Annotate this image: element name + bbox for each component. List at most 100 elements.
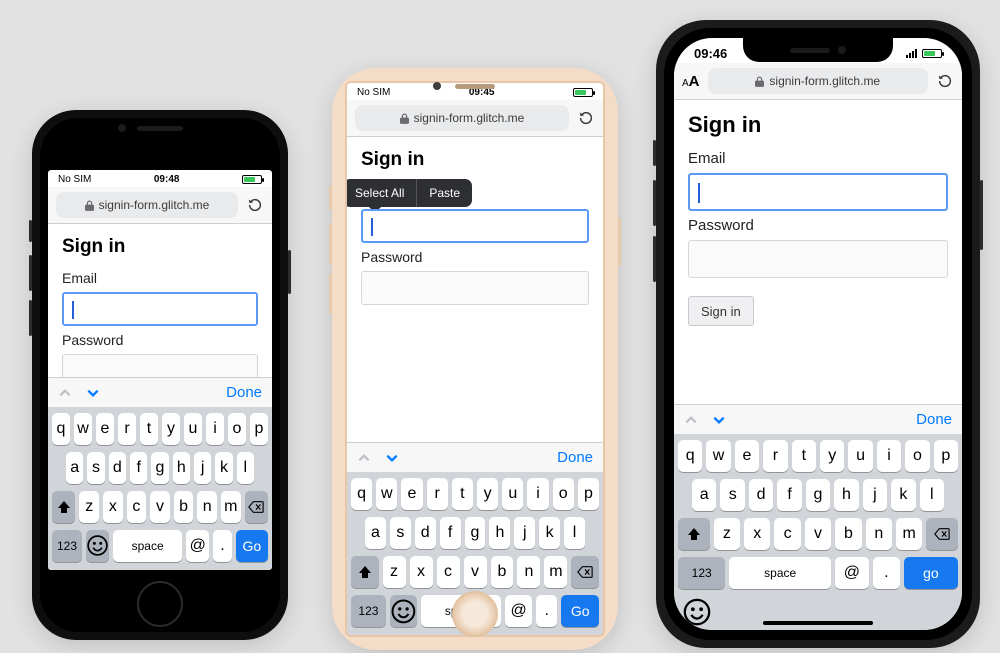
prev-field-icon[interactable]: [357, 451, 371, 465]
emoji-key[interactable]: [86, 530, 109, 562]
key-g[interactable]: g: [806, 479, 830, 511]
numbers-key[interactable]: 123: [678, 557, 725, 589]
keyboard-done-button[interactable]: Done: [226, 384, 262, 401]
key-i[interactable]: i: [527, 478, 548, 510]
key-o[interactable]: o: [553, 478, 574, 510]
key-a[interactable]: a: [692, 479, 716, 511]
text-size-button[interactable]: AA: [682, 73, 700, 90]
key-o[interactable]: o: [228, 413, 246, 445]
key-f[interactable]: f: [440, 517, 461, 549]
keyboard-done-button[interactable]: Done: [916, 411, 952, 428]
key-z[interactable]: z: [79, 491, 99, 523]
key-e[interactable]: e: [96, 413, 114, 445]
reload-icon[interactable]: [577, 109, 595, 127]
context-paste[interactable]: Paste: [416, 179, 472, 207]
key-k[interactable]: k: [539, 517, 560, 549]
key-e[interactable]: e: [735, 440, 759, 472]
key-g[interactable]: g: [465, 517, 486, 549]
address-bar[interactable]: signin-form.glitch.me: [708, 68, 928, 94]
key-r[interactable]: r: [118, 413, 136, 445]
key-u[interactable]: u: [184, 413, 202, 445]
prev-field-icon[interactable]: [58, 386, 72, 400]
key-w[interactable]: w: [706, 440, 730, 472]
key-i[interactable]: i: [206, 413, 224, 445]
key-s[interactable]: s: [390, 517, 411, 549]
key-p[interactable]: p: [578, 478, 599, 510]
key-a[interactable]: a: [66, 452, 83, 484]
signin-button[interactable]: Sign in: [688, 296, 754, 326]
key-q[interactable]: q: [351, 478, 372, 510]
key-c[interactable]: c: [127, 491, 147, 523]
next-field-icon[interactable]: [385, 451, 399, 465]
address-bar[interactable]: signin-form.glitch.me: [355, 105, 569, 131]
numbers-key[interactable]: 123: [351, 595, 386, 627]
reload-icon[interactable]: [246, 196, 264, 214]
key-v[interactable]: v: [150, 491, 170, 523]
key-c[interactable]: c: [774, 518, 800, 550]
key-m[interactable]: m: [896, 518, 922, 550]
email-field[interactable]: [62, 292, 258, 326]
key-x[interactable]: x: [744, 518, 770, 550]
key-y[interactable]: y: [820, 440, 844, 472]
emoji-key[interactable]: [682, 600, 712, 624]
key-h[interactable]: h: [834, 479, 858, 511]
address-bar[interactable]: signin-form.glitch.me: [56, 192, 238, 218]
numbers-key[interactable]: 123: [52, 530, 82, 562]
key-e[interactable]: e: [401, 478, 422, 510]
key-n[interactable]: n: [866, 518, 892, 550]
go-key[interactable]: Go: [561, 595, 599, 627]
key-f[interactable]: f: [130, 452, 147, 484]
home-button[interactable]: [452, 591, 498, 637]
key-t[interactable]: t: [140, 413, 158, 445]
go-key[interactable]: go: [904, 557, 958, 589]
space-key[interactable]: space: [729, 557, 831, 589]
key-d[interactable]: d: [109, 452, 126, 484]
key-w[interactable]: w: [376, 478, 397, 510]
key-m[interactable]: m: [221, 491, 241, 523]
key-v[interactable]: v: [464, 556, 487, 588]
key-n[interactable]: n: [197, 491, 217, 523]
key-p[interactable]: p: [934, 440, 958, 472]
key-x[interactable]: x: [410, 556, 433, 588]
key-i[interactable]: i: [877, 440, 901, 472]
key-u[interactable]: u: [502, 478, 523, 510]
email-field[interactable]: [361, 209, 589, 243]
key-r[interactable]: r: [427, 478, 448, 510]
key-l[interactable]: l: [920, 479, 944, 511]
key-k[interactable]: k: [891, 479, 915, 511]
shift-key[interactable]: [678, 518, 710, 550]
dot-key[interactable]: .: [873, 557, 900, 589]
key-h[interactable]: h: [173, 452, 190, 484]
key-z[interactable]: z: [383, 556, 406, 588]
key-n[interactable]: n: [517, 556, 540, 588]
key-p[interactable]: p: [250, 413, 268, 445]
key-l[interactable]: l: [237, 452, 254, 484]
key-j[interactable]: j: [863, 479, 887, 511]
reload-icon[interactable]: [936, 72, 954, 90]
emoji-key[interactable]: [390, 595, 417, 627]
key-y[interactable]: y: [162, 413, 180, 445]
key-k[interactable]: k: [215, 452, 232, 484]
key-c[interactable]: c: [437, 556, 460, 588]
key-b[interactable]: b: [491, 556, 514, 588]
key-q[interactable]: q: [678, 440, 702, 472]
keyboard-done-button[interactable]: Done: [557, 449, 593, 466]
key-x[interactable]: x: [103, 491, 123, 523]
backspace-key[interactable]: [571, 556, 599, 588]
key-b[interactable]: b: [835, 518, 861, 550]
key-h[interactable]: h: [489, 517, 510, 549]
home-indicator[interactable]: [763, 621, 873, 625]
key-z[interactable]: z: [714, 518, 740, 550]
email-field[interactable]: [688, 173, 948, 211]
key-d[interactable]: d: [415, 517, 436, 549]
next-field-icon[interactable]: [86, 386, 100, 400]
key-w[interactable]: w: [74, 413, 92, 445]
key-t[interactable]: t: [792, 440, 816, 472]
prev-field-icon[interactable]: [684, 413, 698, 427]
key-s[interactable]: s: [87, 452, 104, 484]
key-r[interactable]: r: [763, 440, 787, 472]
at-key[interactable]: @: [835, 557, 869, 589]
dot-key[interactable]: .: [213, 530, 231, 562]
password-field[interactable]: [361, 271, 589, 305]
next-field-icon[interactable]: [712, 413, 726, 427]
